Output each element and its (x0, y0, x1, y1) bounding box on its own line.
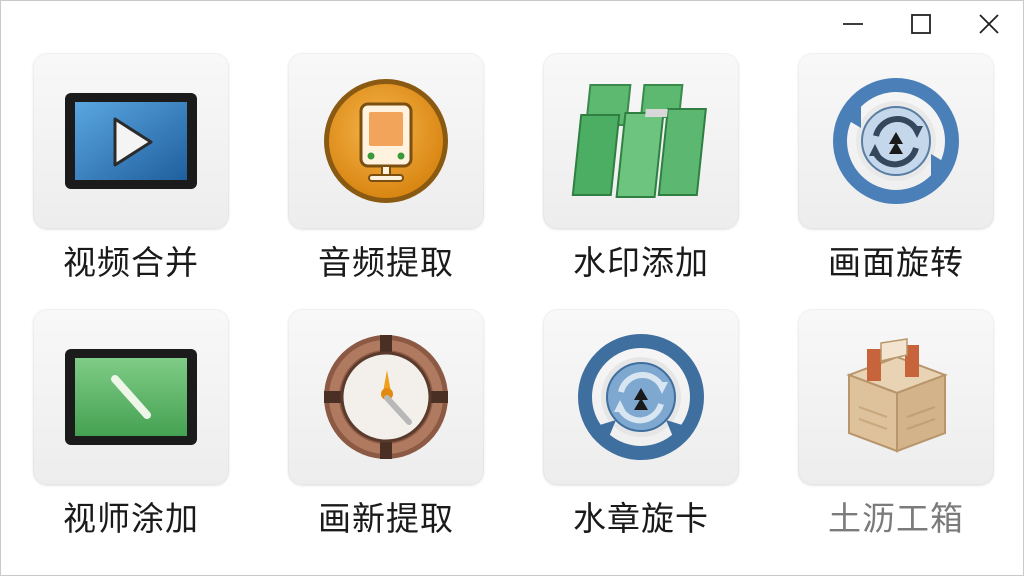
green-screen-icon (65, 349, 197, 445)
tool-tile[interactable] (798, 53, 994, 229)
tool-watermark-add[interactable]: 水印添加 (543, 53, 739, 283)
tool-label: 画新提取 (318, 499, 454, 538)
compass-icon (324, 335, 448, 459)
tool-tile[interactable] (33, 53, 229, 229)
tool-tile[interactable] (543, 53, 739, 229)
rotate-globe-icon (578, 334, 704, 460)
audio-player-icon (324, 79, 448, 203)
tool-compass-extract[interactable]: 画新提取 (288, 309, 484, 539)
tool-label: 水印添加 (573, 243, 709, 282)
tool-audio-extract[interactable]: 音频提取 (288, 53, 484, 283)
tool-label: 土沥工箱 (828, 499, 964, 538)
tool-rotate-globe[interactable]: 水章旋卡 (543, 309, 739, 539)
tool-tile[interactable] (33, 309, 229, 485)
video-play-icon (65, 93, 197, 189)
close-button[interactable] (955, 1, 1023, 47)
tool-tile[interactable] (288, 309, 484, 485)
minimize-icon (843, 23, 863, 25)
tool-label: 音频提取 (318, 243, 454, 282)
close-icon (979, 14, 999, 34)
tool-label: 水章旋卡 (573, 499, 709, 538)
title-bar (819, 1, 1023, 47)
tool-grid: 视频合并 音频提取 水印添加 画面旋转 视师涂加 画新提取 水章旋卡 土沥工箱 (33, 53, 997, 539)
app-window: 视频合并 音频提取 水印添加 画面旋转 视师涂加 画新提取 水章旋卡 土沥工箱 (0, 0, 1024, 576)
tool-tile[interactable] (798, 309, 994, 485)
maximize-icon (911, 14, 931, 34)
watermark-panels-icon (571, 84, 707, 198)
minimize-button[interactable] (819, 1, 887, 47)
toolbox-icon (846, 338, 948, 453)
tool-video-merge[interactable]: 视频合并 (33, 53, 229, 283)
tool-tile[interactable] (288, 53, 484, 229)
tool-label: 画面旋转 (828, 243, 964, 282)
tool-green-screen[interactable]: 视师涂加 (33, 309, 229, 539)
tool-toolbox[interactable]: 土沥工箱 (798, 309, 994, 539)
rotate-arrows-icon (833, 78, 959, 204)
maximize-button[interactable] (887, 1, 955, 47)
tool-label: 视频合并 (63, 243, 199, 282)
tool-tile[interactable] (543, 309, 739, 485)
tool-picture-rotate[interactable]: 画面旋转 (798, 53, 994, 283)
tool-label: 视师涂加 (63, 499, 199, 538)
